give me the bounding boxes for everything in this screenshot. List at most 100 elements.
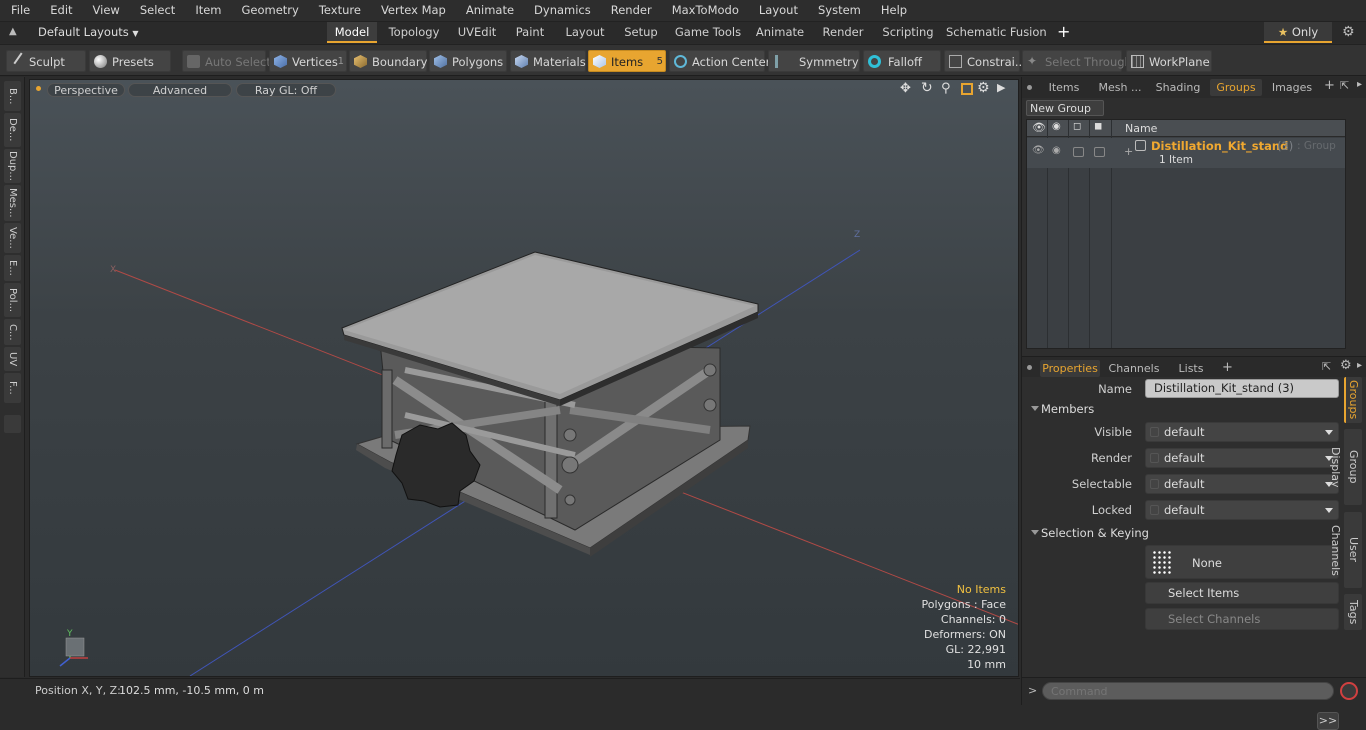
tab-properties[interactable]: Properties (1040, 360, 1100, 377)
menu-file[interactable]: File (0, 0, 39, 21)
left-tab-deform[interactable]: De... (4, 113, 21, 147)
menu-geometry[interactable]: Geometry (231, 0, 308, 21)
auto-select-button[interactable]: Auto Select (182, 50, 271, 72)
raygl-toggle[interactable]: Ray GL: Off (236, 83, 336, 97)
tab-shading[interactable]: Shading (1152, 79, 1204, 96)
shading-dropdown[interactable]: Advanced (128, 83, 232, 97)
row-render-icon[interactable]: ◉ (1052, 145, 1061, 156)
constraints-button[interactable]: Constrai... (944, 50, 1026, 72)
layout-preset-dropdown[interactable]: Default Layouts ▼ (38, 25, 139, 39)
column-name[interactable]: Name (1125, 122, 1157, 135)
lab-jack-stand-model[interactable] (341, 251, 759, 557)
symmetry-button[interactable]: Symmetry (768, 50, 860, 72)
tab-images[interactable]: Images (1268, 79, 1316, 96)
select-channels-button[interactable]: Select Channels (1145, 608, 1339, 630)
row-lock-checkbox[interactable] (1094, 147, 1105, 157)
fit-view-icon[interactable] (961, 83, 973, 95)
row-eye-icon[interactable]: 👁 (1032, 145, 1045, 156)
properties-expand-icon[interactable]: ⇱ (1322, 360, 1331, 373)
command-input[interactable] (1042, 682, 1334, 700)
group-row[interactable]: 👁 ◉ + Distillation_Kit_stand (3) : Group… (1027, 138, 1345, 168)
viewport-scene[interactable]: X Z Y (30, 80, 1018, 676)
tab-channels[interactable]: Channels (1106, 360, 1162, 377)
menu-item[interactable]: Item (184, 0, 230, 21)
zoom-view-icon[interactable]: ⚲ (941, 81, 951, 96)
tab-schematic-fusion[interactable]: Schematic Fusion (946, 22, 1047, 43)
eye-icon[interactable]: 👁 (1032, 121, 1046, 134)
panel-more-icon[interactable]: ▸ (1357, 79, 1362, 90)
tab-uvedit[interactable]: UVEdit (452, 22, 502, 43)
select-items-button[interactable]: Select Items (1145, 582, 1339, 604)
menu-vertex-map[interactable]: Vertex Map (370, 0, 455, 21)
sculpt-button[interactable]: Sculpt (6, 50, 86, 72)
properties-more-icon[interactable]: ▸ (1357, 360, 1362, 371)
menu-system[interactable]: System (807, 0, 870, 21)
left-tab-vertex[interactable]: Ve... (4, 223, 21, 253)
left-tab-uv[interactable]: UV (4, 347, 21, 371)
boundary-button[interactable]: Boundary (349, 50, 427, 72)
properties-menu-dot[interactable] (1027, 365, 1032, 370)
viewport-settings-icon[interactable]: ⚙ (977, 80, 990, 96)
left-tab-polygon[interactable]: Pol... (4, 283, 21, 317)
menu-edit[interactable]: Edit (39, 0, 81, 21)
menu-dynamics[interactable]: Dynamics (523, 0, 600, 21)
menu-view[interactable]: View (82, 0, 129, 21)
row-select-checkbox[interactable] (1073, 147, 1084, 157)
layout-arrow-icon[interactable]: ▲ (9, 26, 21, 38)
tab-scripting[interactable]: Scripting (877, 22, 939, 43)
side-tab-group-display[interactable]: Group Display (1329, 429, 1362, 505)
tab-paint[interactable]: Paint (509, 22, 551, 43)
left-tab-basic[interactable]: B... (4, 81, 21, 111)
tab-setup[interactable]: Setup (618, 22, 664, 43)
menu-texture[interactable]: Texture (308, 0, 370, 21)
perspective-dropdown[interactable]: Perspective (47, 83, 125, 97)
render-dropdown[interactable]: default (1145, 448, 1339, 468)
visible-dropdown[interactable]: default (1145, 422, 1339, 442)
render-icon[interactable]: ◉ (1052, 121, 1061, 132)
name-field[interactable]: Distillation_Kit_stand (3) (1145, 379, 1339, 398)
polygons-button[interactable]: Polygons (429, 50, 507, 72)
more-button[interactable]: >> (1317, 712, 1339, 730)
action-center-button[interactable]: Action Center (669, 50, 770, 72)
gear-icon[interactable]: ⚙ (1342, 23, 1355, 41)
panel-menu-dot[interactable] (1027, 85, 1032, 90)
select-through-button[interactable]: ✦ Select Through (1022, 50, 1132, 72)
tab-items[interactable]: Items (1040, 79, 1088, 96)
menu-render[interactable]: Render (600, 0, 661, 21)
selection-keying-section[interactable]: Selection & Keying (1028, 525, 1338, 541)
viewport-expand-icon[interactable]: ▶ (997, 81, 1005, 94)
tab-render[interactable]: Render (815, 22, 871, 43)
side-tab-tags[interactable]: Tags (1344, 594, 1362, 630)
left-tab-mesh-edit[interactable]: Mes... (4, 185, 21, 221)
tab-topology[interactable]: Topology (382, 22, 446, 43)
menu-select[interactable]: Select (129, 0, 184, 21)
add-properties-tab-button[interactable]: + (1222, 360, 1233, 375)
left-tab-edge[interactable]: E... (4, 255, 21, 281)
tab-lists[interactable]: Lists (1170, 360, 1212, 377)
record-icon[interactable] (1340, 682, 1358, 700)
left-tab-fusion[interactable]: F... (4, 373, 21, 403)
select-lock-icon[interactable]: ◻ (1073, 121, 1081, 132)
panel-expand-icon[interactable]: ⇱ (1340, 79, 1349, 92)
tab-animate[interactable]: Animate (752, 22, 808, 43)
materials-button[interactable]: Materials (510, 50, 586, 72)
left-tab-duplicate[interactable]: Dup... (4, 149, 21, 183)
add-tab-button[interactable]: + (1057, 22, 1070, 42)
items-button[interactable]: Items 5 (588, 50, 666, 72)
menu-layout[interactable]: Layout (748, 0, 807, 21)
add-panel-tab-button[interactable]: + (1324, 78, 1335, 93)
members-section[interactable]: Members (1028, 401, 1338, 417)
lock-icon[interactable]: ◼ (1094, 121, 1102, 132)
falloff-button[interactable]: Falloff (863, 50, 941, 72)
only-toggle[interactable]: ★ Only (1264, 22, 1332, 43)
move-view-icon[interactable]: ✥ (900, 81, 911, 96)
properties-gear-icon[interactable]: ⚙ (1340, 358, 1352, 373)
tab-groups[interactable]: Groups (1210, 79, 1262, 96)
selectable-dropdown[interactable]: default (1145, 474, 1339, 494)
new-group-button[interactable]: New Group (1026, 100, 1104, 116)
viewport-menu-dot[interactable] (36, 86, 41, 91)
tab-game-tools[interactable]: Game Tools (672, 22, 744, 43)
workplane-button[interactable]: WorkPlane (1126, 50, 1212, 72)
side-tab-groups[interactable]: Groups (1344, 377, 1362, 423)
presets-button[interactable]: Presets (89, 50, 171, 72)
